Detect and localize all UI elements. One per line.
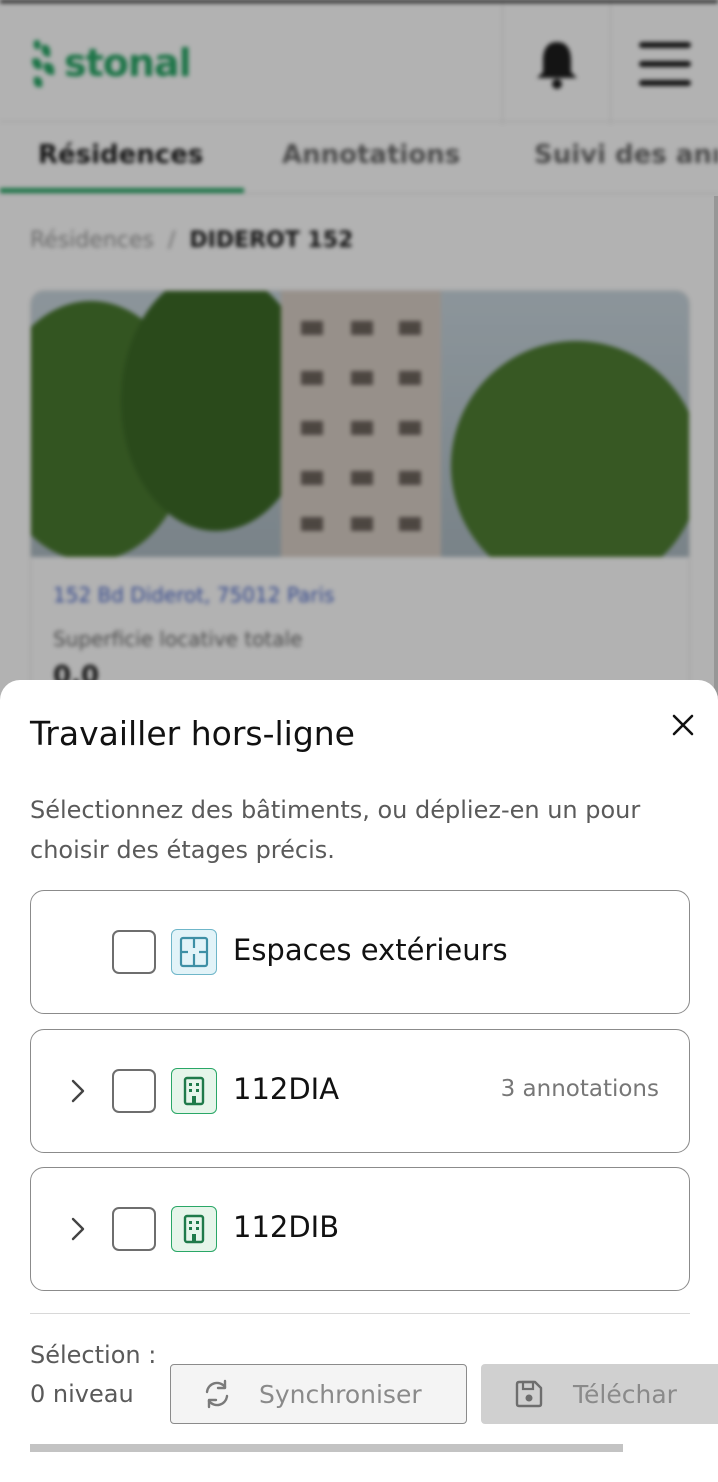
save-icon — [515, 1380, 543, 1408]
page-scrollbar — [714, 196, 718, 696]
row-label: 112DIA — [233, 1072, 340, 1106]
selection-count: Sélection : 0 niveau — [30, 1341, 157, 1408]
footer-divider — [30, 1313, 690, 1314]
floor-plan-icon — [171, 929, 217, 975]
building-icon — [171, 1068, 217, 1114]
checkbox[interactable] — [112, 930, 156, 974]
checkbox[interactable] — [112, 1207, 156, 1251]
synchronize-button[interactable]: Synchroniser — [170, 1364, 467, 1424]
download-button[interactable]: Téléchar — [481, 1364, 718, 1424]
expand-button[interactable] — [67, 1214, 89, 1244]
row-label: 112DIB — [233, 1210, 340, 1244]
close-button[interactable] — [664, 706, 702, 744]
synchronize-label: Synchroniser — [259, 1379, 422, 1409]
offline-sheet: Travailler hors-ligne Sélectionnez des b… — [0, 680, 718, 1482]
sheet-description: Sélectionnez des bâtiments, ou dépliez-e… — [30, 796, 641, 864]
list-item-112dib[interactable]: 112DIB — [30, 1167, 690, 1291]
sheet-title: Travailler hors-ligne — [30, 714, 355, 753]
sheet-footer: Sélection : 0 niveau Synchroniser Téléch… — [0, 1332, 718, 1482]
sync-icon — [205, 1379, 229, 1409]
checkbox[interactable] — [112, 1069, 156, 1113]
list-item-112dia[interactable]: 112DIA 3 annotations — [30, 1029, 690, 1153]
footer-scrollbar[interactable] — [30, 1444, 623, 1452]
chevron-right-icon — [71, 1217, 85, 1241]
row-label: Espaces extérieurs — [233, 933, 508, 967]
close-icon — [672, 714, 694, 736]
chevron-right-icon — [71, 1079, 85, 1103]
download-label: Téléchar — [573, 1379, 677, 1409]
building-icon — [171, 1206, 217, 1252]
annotation-count: 3 annotations — [500, 1076, 659, 1102]
expand-button[interactable] — [67, 1076, 89, 1106]
list-item-espaces-exterieurs[interactable]: Espaces extérieurs — [30, 890, 690, 1014]
